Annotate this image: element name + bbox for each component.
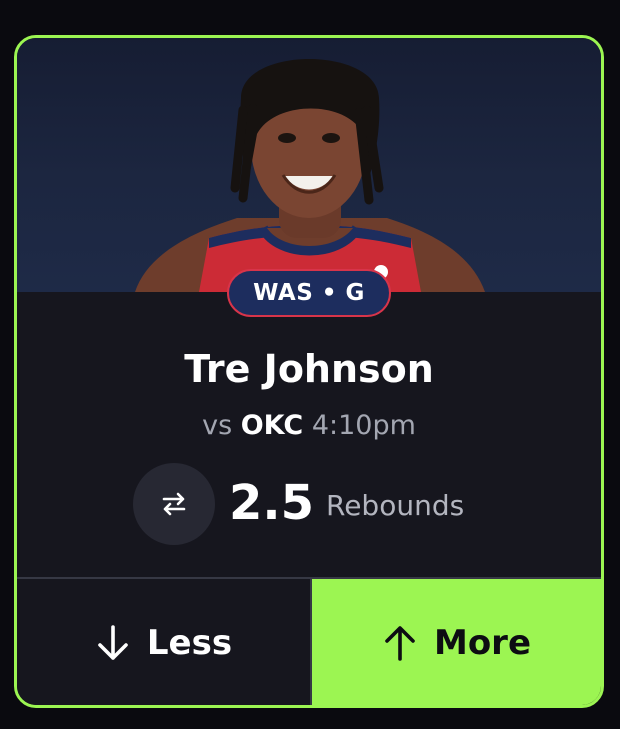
projection-line: 2.5 [229,475,315,531]
arrow-down-icon [98,625,128,660]
game-matchup: vs OKC 4:10pm [17,408,601,444]
matchup-prefix: vs [202,410,233,441]
player-name: Tre Johnson [184,347,434,391]
less-button[interactable]: Less [17,579,312,705]
team-position-badge: WAS • G [227,269,391,317]
more-button[interactable]: More [312,579,601,705]
player-hero [17,38,601,292]
more-label: More [433,623,532,663]
pick-buttons: Less More [17,577,601,705]
stat-type: Rebounds [326,489,465,522]
swap-stat-button[interactable] [133,463,215,545]
projection-card: WAS • G Tre Johnson vs OKC 4:10pm 2.5 Re… [14,35,604,708]
less-label: Less [146,623,233,663]
game-time: 4:10pm [311,410,416,441]
player-photo [135,59,485,292]
swap-arrows-icon [162,492,186,516]
opponent-team: OKC [240,410,304,441]
arrow-up-icon [385,626,415,661]
